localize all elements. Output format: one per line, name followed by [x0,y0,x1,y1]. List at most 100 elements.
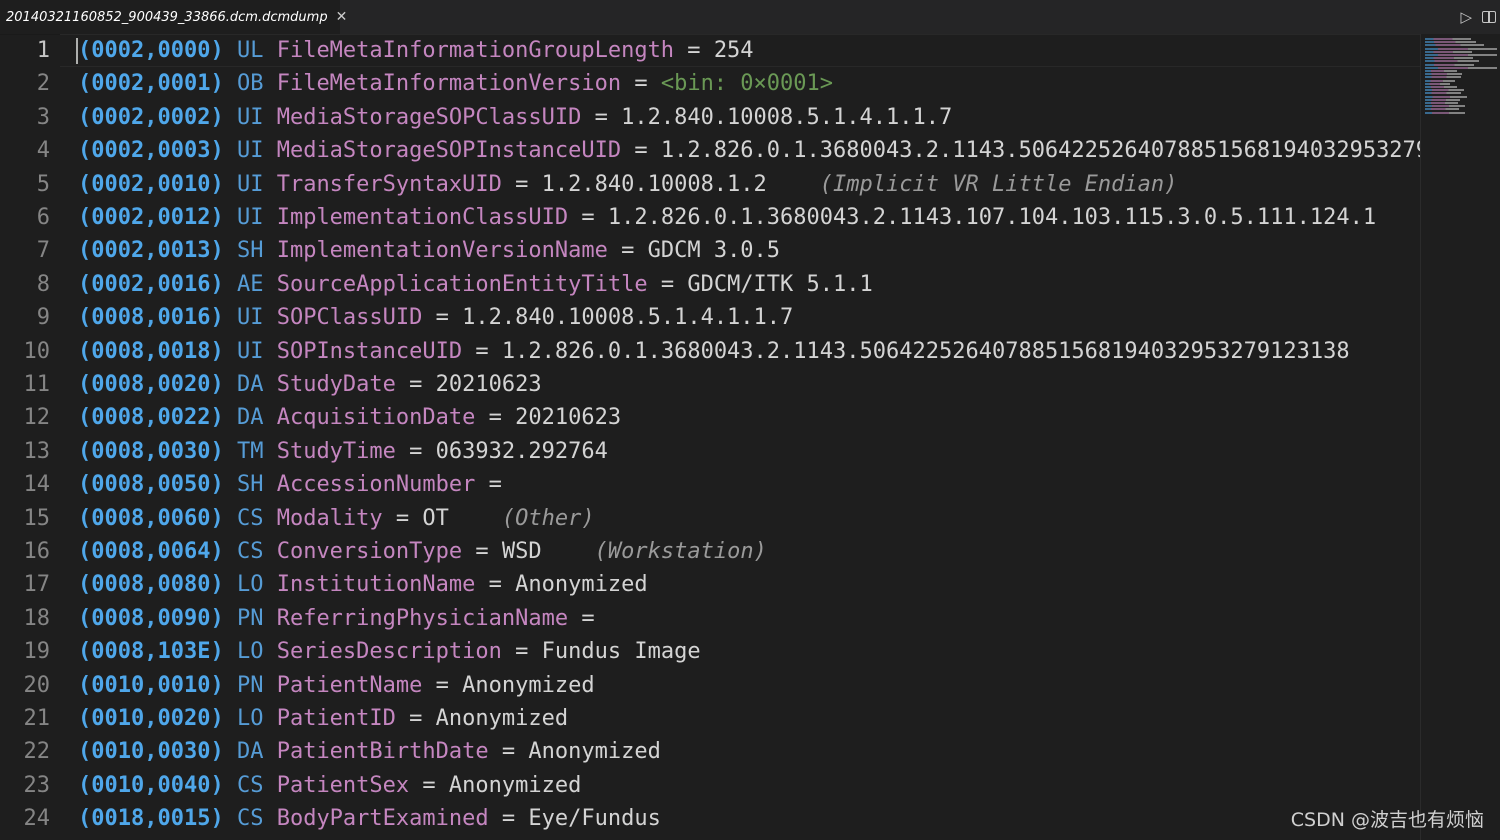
dicom-tag: (0002,0013) [78,238,224,264]
code-text: (0008,103E) LO SeriesDescription = Fundu… [78,635,701,668]
play-icon[interactable]: ▷ [1460,8,1472,26]
line-number: 14 [23,472,51,498]
minimap-row [1425,50,1472,53]
equals-sign: = [568,605,608,631]
equals-sign: = [647,271,688,297]
attribute-value: 1.2.826.0.1.3680043.2.1143.5064225264078… [501,338,1350,364]
code-line[interactable]: 11 (0008,0020) DA StudyDate = 20210623 [0,368,1420,401]
minimap-row [1425,95,1468,98]
code-text: (0018,0015) CS BodyPartExamined = Eye/Fu… [78,802,661,835]
code-line[interactable]: 24 (0018,0015) CS BodyPartExamined = Eye/… [0,802,1420,835]
line-number: 24 [23,806,51,832]
attribute-name: ImplementationVersionName [276,238,608,264]
equals-sign: = [488,739,529,765]
attribute-value: 1.2.840.10008.5.1.4.1.1.7 [462,305,794,331]
code-line[interactable]: 15 (0008,0060) CS Modality = OT (Other) [0,502,1420,535]
code-text: (0002,0012) UI ImplementationClassUID = … [78,201,1376,234]
minimap[interactable] [1420,34,1500,840]
code-line[interactable]: 18 (0008,0090) PN ReferringPhysicianName … [0,602,1420,635]
value-representation: CS [236,806,264,832]
watermark: CSDN @波吉也有烦恼 [1290,809,1484,831]
dicom-tag: (0008,0018) [78,338,224,364]
code-line[interactable]: 14 (0008,0050) SH AccessionNumber = [0,468,1420,501]
dicom-tag: (0010,0030) [78,739,224,765]
minimap-row [1425,44,1485,47]
equals-sign: = [462,338,502,364]
code-text: (0010,0030) DA PatientBirthDate = Anonym… [78,735,661,768]
equals-sign: = [409,772,449,798]
attribute-name: Modality [276,505,383,531]
equals-sign: = [475,405,516,431]
code-editor[interactable]: 1 (0002,0000) UL FileMetaInformationGroup… [0,34,1420,840]
line-number: 23 [23,772,51,798]
dicom-tag: (0002,0010) [78,171,224,197]
code-line[interactable]: 22 (0010,0030) DA PatientBirthDate = Anon… [0,735,1420,768]
dicom-tag: (0008,0050) [78,472,224,498]
attribute-name: PatientName [276,672,423,698]
code-line[interactable]: 3 (0002,0002) UI MediaStorageSOPClassUID … [0,101,1420,134]
code-line[interactable]: 10 (0008,0018) UI SOPInstanceUID = 1.2.82… [0,335,1420,368]
dicom-tag: (0008,0020) [78,372,224,397]
value-comment: (Other) [501,505,595,531]
dicom-tag: (0008,0022) [78,405,224,431]
equals-sign: = [475,572,516,598]
tab-bar: 20140321160852_900439_33866.dcm.dcmdump … [0,0,1500,35]
attribute-value: 20210623 [435,372,542,397]
attribute-name: AccessionNumber [276,472,476,498]
equals-sign: = [382,505,423,531]
close-icon[interactable]: ✕ [336,10,348,24]
minimap-row [1425,66,1497,69]
code-line[interactable]: 2 (0002,0001) OB FileMetaInformationVersi… [0,67,1420,100]
code-line[interactable]: 6 (0002,0012) UI ImplementationClassUID =… [0,201,1420,234]
code-line[interactable]: 1 (0002,0000) UL FileMetaInformationGroup… [0,34,1420,67]
line-number: 15 [23,505,51,531]
code-line[interactable]: 5 (0002,0010) UI TransferSyntaxUID = 1.2.… [0,168,1420,201]
editor-tab[interactable]: 20140321160852_900439_33866.dcm.dcmdump … [0,0,347,34]
attribute-name: StudyTime [276,438,396,464]
equals-sign: = [488,806,529,832]
value-representation: LO [236,706,264,731]
code-line[interactable]: 17 (0008,0080) LO InstitutionName = Anony… [0,568,1420,601]
code-line[interactable]: 4 (0002,0003) UI MediaStorageSOPInstanceU… [0,134,1420,167]
code-line[interactable]: 16 (0008,0064) CS ConversionType = WSD (W… [0,535,1420,568]
attribute-name: SOPInstanceUID [276,338,463,364]
dicom-tag: (0010,0020) [78,706,224,731]
attribute-name: PatientID [276,706,396,731]
equals-sign: = [501,171,542,197]
code-line[interactable]: 7 (0002,0013) SH ImplementationVersionNam… [0,234,1420,267]
code-line[interactable]: 20 (0010,0010) PN PatientName = Anonymize… [0,669,1420,702]
code-line[interactable]: 23 (0010,0040) CS PatientSex = Anonymized [0,769,1420,802]
line-number: 21 [23,706,51,731]
minimap-row [1425,92,1461,95]
code-line[interactable]: 19 (0008,103E) LO SeriesDescription = Fun… [0,635,1420,668]
code-line[interactable]: 8 (0002,0016) AE SourceApplicationEntityT… [0,268,1420,301]
attribute-value: OT [422,505,449,531]
code-line[interactable]: 9 (0008,0016) UI SOPClassUID = 1.2.840.10… [0,301,1420,334]
value-representation: TM [236,438,264,464]
equals-sign: = [475,472,516,498]
code-line[interactable]: 13 (0008,0030) TM StudyTime = 063932.2927… [0,435,1420,468]
minimap-row [1425,76,1461,79]
line-number: 8 [36,271,50,297]
dicom-tag: (0002,0000) [78,38,224,63]
line-number: 12 [23,405,51,431]
equals-sign: = [568,205,608,230]
code-line[interactable]: 21 (0010,0020) LO PatientID = Anonymized [0,702,1420,735]
value-representation: SH [236,238,264,264]
attribute-name: AcquisitionDate [276,405,476,431]
code-line[interactable]: 12 (0008,0022) DA AcquisitionDate = 20210… [0,401,1420,434]
minimap-row [1425,102,1459,104]
dicom-tag: (0008,0090) [78,605,224,631]
split-editor-icon[interactable] [1482,11,1496,23]
code-text: (0008,0030) TM StudyTime = 063932.292764 [78,435,608,468]
